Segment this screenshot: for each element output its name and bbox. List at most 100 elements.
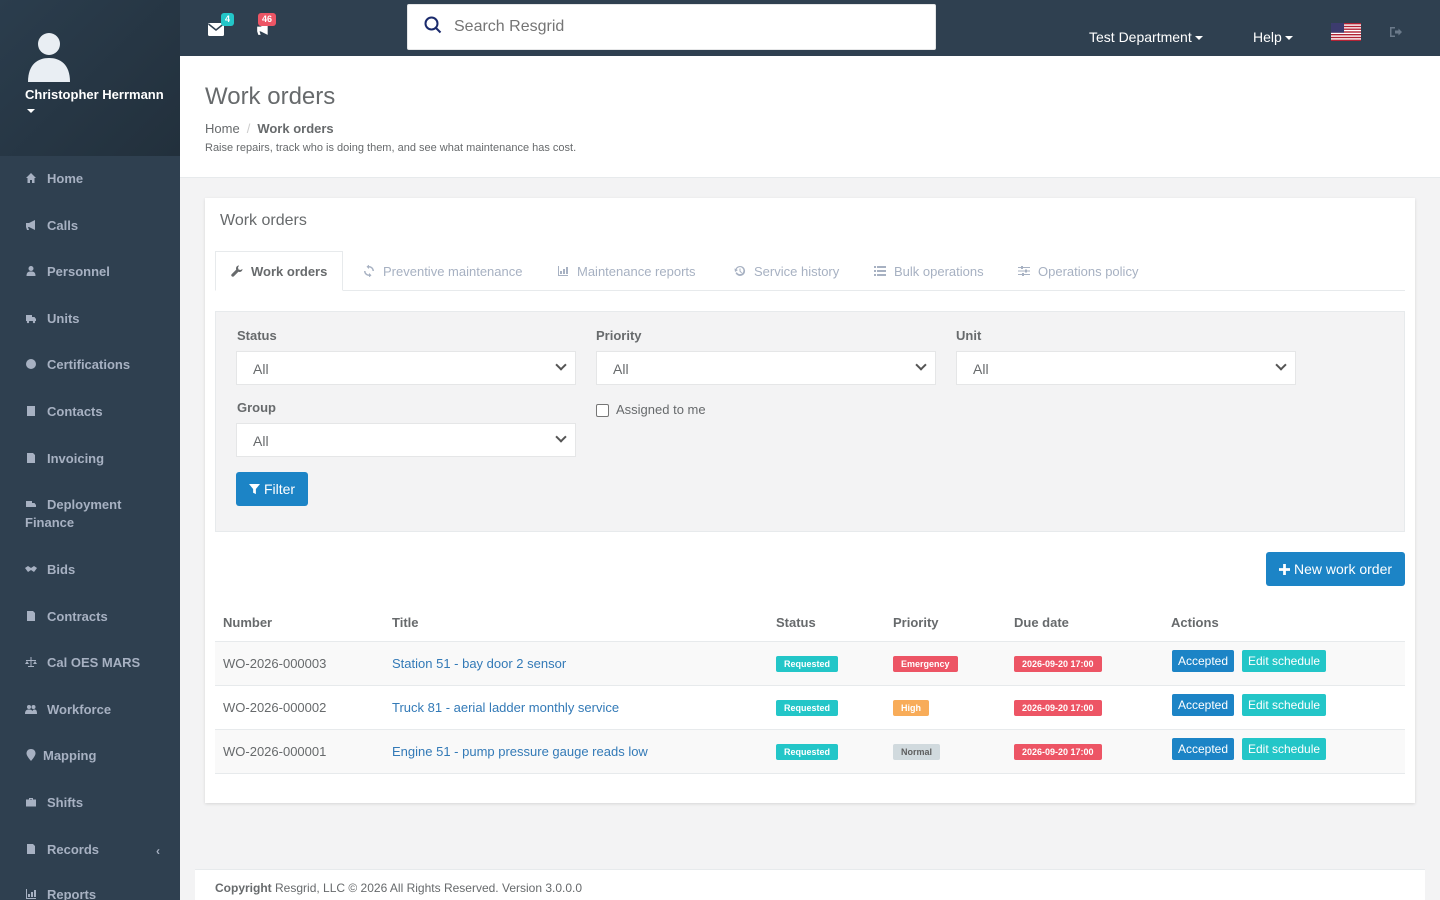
search-icon — [424, 16, 442, 34]
tab-label: Bulk operations — [894, 263, 984, 279]
sidebar-item-label: Home — [47, 171, 84, 186]
sidebar-item-contracts[interactable]: Contracts — [0, 609, 180, 624]
due-date-badge: 2026-09-20 17:00 — [1014, 700, 1102, 716]
tab-work-orders[interactable]: Work orders — [215, 251, 344, 291]
truck-icon — [25, 498, 39, 512]
column-header: Actions — [1171, 615, 1219, 630]
assigned-to-me-checkbox[interactable] — [596, 404, 609, 417]
edit-schedule-button[interactable]: Edit schedule — [1242, 650, 1327, 672]
sidebar-item-units[interactable]: Units — [0, 311, 180, 326]
status-select-value: All — [253, 361, 269, 377]
accepted-button[interactable]: Accepted — [1172, 738, 1235, 760]
sign-out-icon[interactable] — [1389, 26, 1403, 38]
sidebar-item-records[interactable]: Records ‹ — [0, 842, 180, 858]
accepted-button[interactable]: Accepted — [1172, 694, 1235, 716]
accepted-button[interactable]: Accepted — [1172, 650, 1235, 672]
sliders-icon — [1018, 266, 1030, 276]
address-book-icon — [25, 405, 39, 419]
profile-name[interactable]: Christopher Herrmann — [25, 87, 164, 102]
profile-header: Christopher Herrmann — [0, 0, 180, 156]
column-header: Priority — [893, 615, 939, 630]
caret-down-icon — [1284, 36, 1293, 41]
table-header: Number Title Status Priority Due date Ac… — [215, 598, 1405, 642]
top-navbar: 4 46 Test Department Help — [180, 0, 1440, 56]
work-order-title-link[interactable]: Truck 81 - aerial ladder monthly service — [392, 700, 619, 715]
status-select[interactable]: All — [236, 351, 576, 385]
sidebar-item-shifts[interactable]: Shifts — [0, 795, 180, 810]
sidebar-item-bids[interactable]: Bids — [0, 562, 180, 577]
tab-bulk-operations[interactable]: Bulk operations — [874, 251, 984, 291]
sidebar-item-contacts[interactable]: Contacts — [0, 404, 180, 419]
sidebar-item-label: Units — [47, 311, 80, 326]
users-icon — [25, 703, 39, 717]
department-dropdown[interactable]: Test Department — [1089, 29, 1203, 45]
page-heading: Work orders Home / Work orders Raise repai… — [180, 56, 1440, 178]
sidebar-item-deployment-finance[interactable]: Deployment Finance — [0, 497, 180, 530]
caret-down-icon — [1194, 36, 1203, 41]
sidebar-item-label: Calls — [47, 218, 79, 233]
table-row: WO-2026-000002 Truck 81 - aerial ladder … — [215, 686, 1405, 730]
tab-service-history[interactable]: Service history — [734, 251, 839, 291]
new-work-order-button[interactable]: New work order — [1266, 552, 1405, 586]
priority-select[interactable]: All — [596, 351, 936, 385]
filter-button[interactable]: Filter — [236, 472, 308, 506]
sidebar-item-workforce[interactable]: Workforce — [0, 702, 180, 717]
work-order-title-link[interactable]: Station 51 - bay door 2 sensor — [392, 656, 566, 671]
search-input[interactable] — [454, 15, 914, 39]
tab-maintenance-reports[interactable]: Maintenance reports — [557, 251, 696, 291]
chevron-down-icon — [915, 359, 927, 371]
chevron-down-icon — [555, 431, 567, 443]
sidebar-item-reports[interactable]: Reports — [0, 887, 180, 900]
sidebar-item-certifications[interactable]: Certifications — [0, 357, 180, 372]
footer-copyright-text: Resgrid, LLC © 2026 All Rights Reserved. — [275, 881, 499, 895]
file-icon — [25, 610, 39, 624]
sidebar-item-mapping[interactable]: Mapping — [0, 748, 180, 763]
chevron-down-icon — [1275, 359, 1287, 371]
sidebar-item-label: Contacts — [47, 404, 103, 419]
filter-icon — [248, 483, 260, 494]
profile-caret-icon[interactable] — [27, 109, 35, 113]
breadcrumb: Home / Work orders — [205, 121, 334, 136]
unit-select[interactable]: All — [956, 351, 1296, 385]
priority-badge: Normal — [893, 744, 941, 760]
sidebar-item-label: Invoicing — [47, 451, 105, 466]
table-row: WO-2026-000001 Engine 51 - pump pressure… — [215, 730, 1405, 774]
sidebar-item-home[interactable]: Home — [0, 171, 180, 186]
tab-label: Service history — [754, 263, 840, 279]
column-header: Due date — [1014, 615, 1069, 630]
avatar[interactable] — [26, 30, 72, 82]
messages-count-badge: 4 — [221, 13, 235, 26]
sidebar-item-cal-oes-mars[interactable]: Cal OES MARS — [0, 655, 180, 670]
tab-operations-policy[interactable]: Operations policy — [1018, 251, 1138, 291]
breadcrumb-home-link[interactable]: Home — [205, 121, 240, 136]
department-label: Test Department — [1089, 29, 1192, 45]
handshake-icon — [25, 563, 39, 577]
unit-select-value: All — [973, 361, 989, 377]
sidebar-item-personnel[interactable]: Personnel — [0, 264, 180, 279]
page-footer: Copyright Resgrid, LLC © 2026 All Rights… — [195, 869, 1425, 900]
file-icon — [25, 452, 39, 466]
breadcrumb-current: Work orders — [257, 121, 334, 136]
bar-chart-icon — [558, 266, 568, 276]
help-dropdown[interactable]: Help — [1253, 29, 1293, 45]
status-badge: Requested — [776, 744, 839, 760]
column-header: Status — [776, 615, 816, 630]
filter-button-label: Filter — [263, 481, 296, 497]
sidebar-item-invoicing[interactable]: Invoicing — [0, 451, 180, 466]
work-order-title-link[interactable]: Engine 51 - pump pressure gauge reads lo… — [392, 744, 648, 759]
sidebar-item-calls[interactable]: Calls — [0, 218, 180, 233]
status-badge: Requested — [776, 656, 839, 672]
chevron-left-icon: ‹ — [156, 844, 160, 858]
sidebar-item-label: Bids — [47, 562, 76, 577]
search-box[interactable] — [407, 4, 936, 50]
status-badge: Requested — [776, 700, 839, 716]
priority-badge: High — [893, 700, 929, 716]
tab-preventive-maintenance[interactable]: Preventive maintenance — [363, 251, 522, 291]
tab-label: Maintenance reports — [577, 263, 696, 279]
edit-schedule-button[interactable]: Edit schedule — [1242, 694, 1327, 716]
sidebar-item-label: Cal OES MARS — [47, 655, 141, 670]
us-flag-icon[interactable] — [1331, 23, 1361, 41]
group-select[interactable]: All — [236, 423, 576, 457]
sidebar-item-label: Personnel — [47, 264, 110, 279]
edit-schedule-button[interactable]: Edit schedule — [1242, 738, 1327, 760]
